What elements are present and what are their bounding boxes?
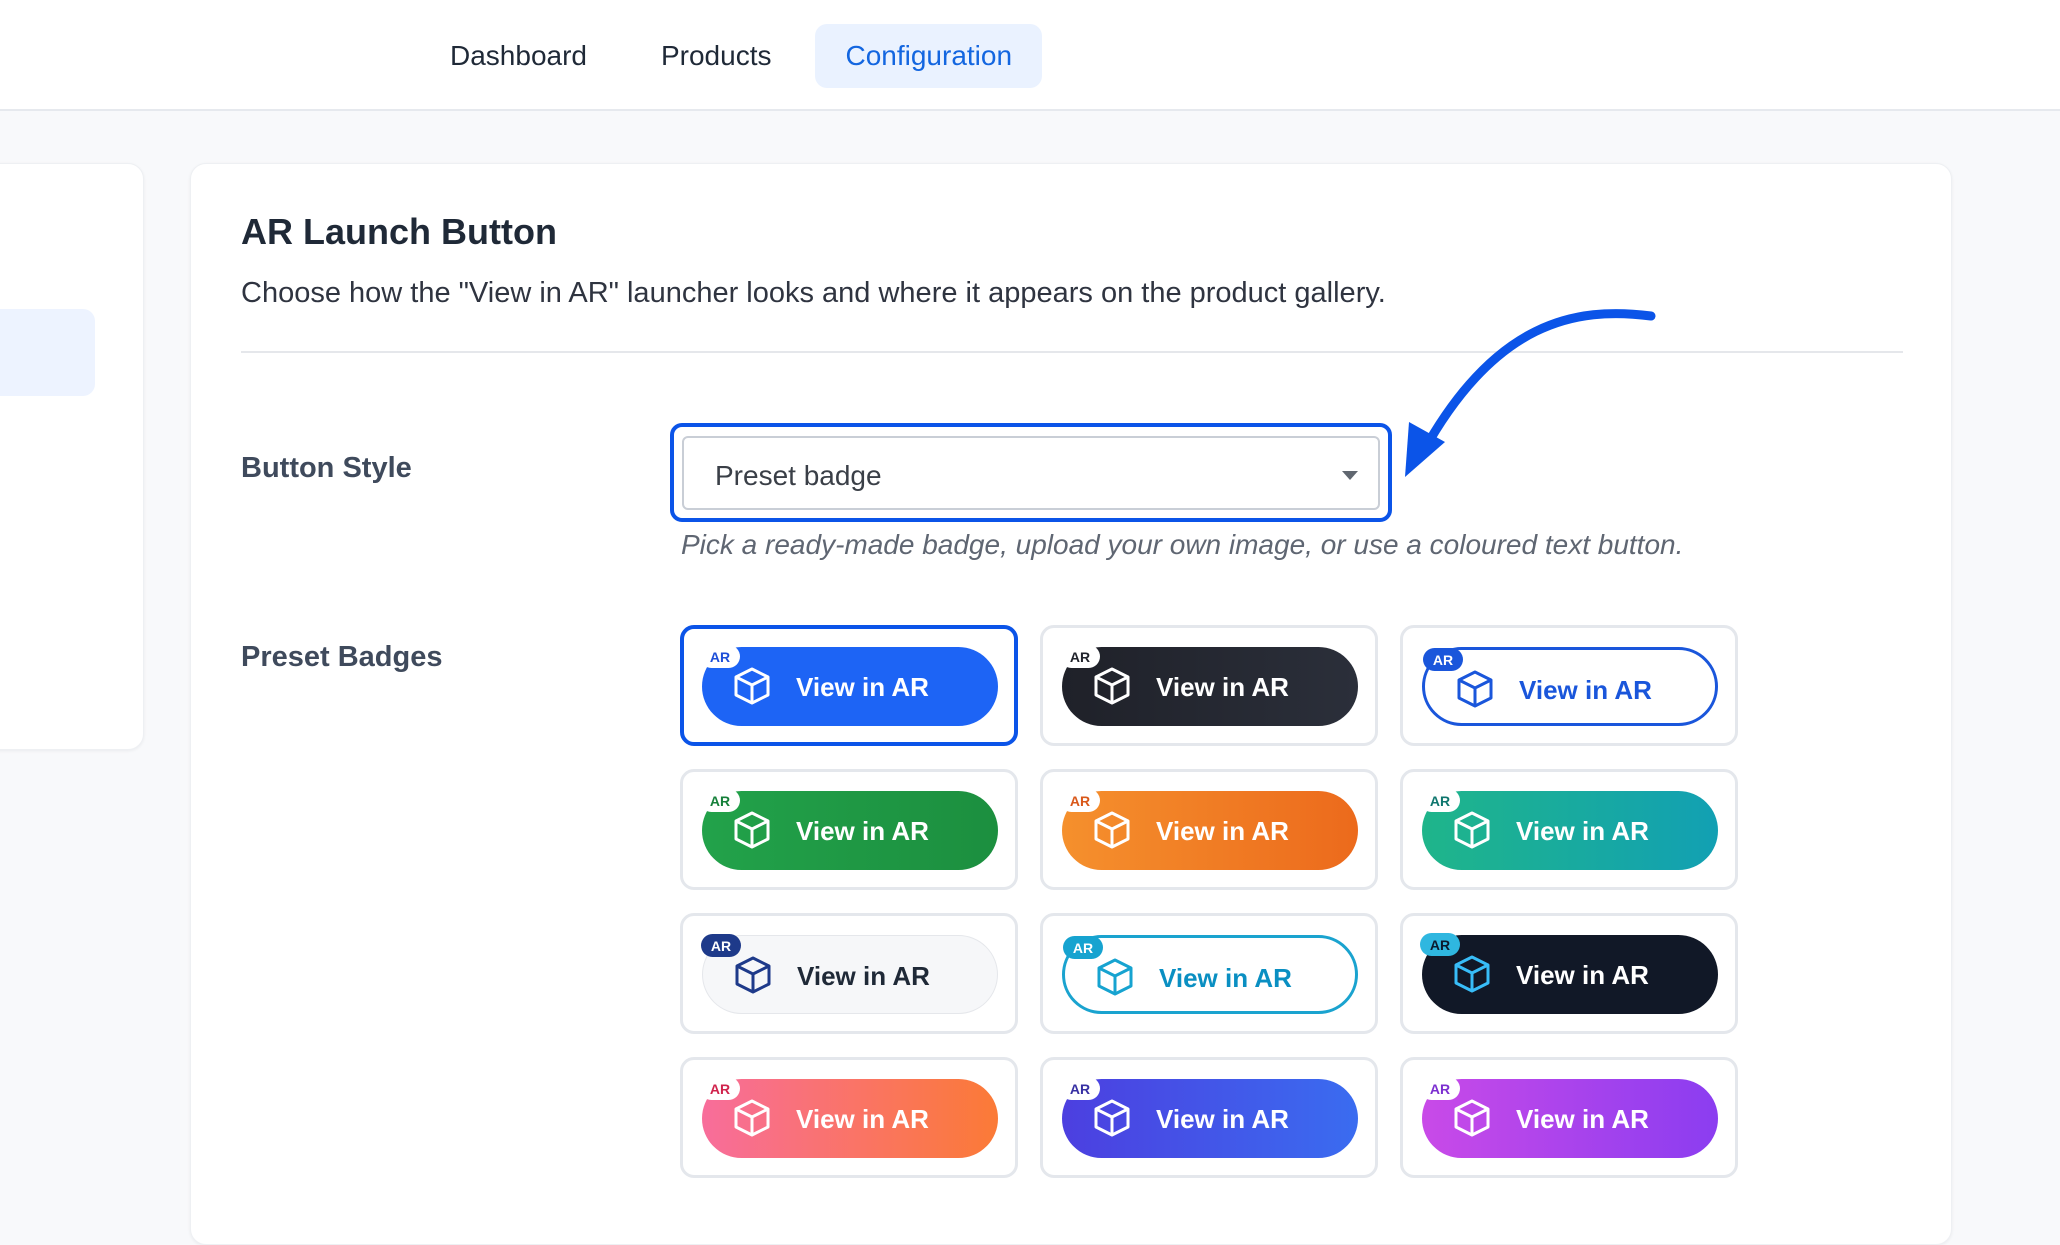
badge-label: View in AR — [797, 961, 930, 991]
badge-preview: AR View in AR — [700, 789, 998, 870]
top-bar: Dashboard Products Configuration — [0, 0, 2060, 111]
ar-tag: AR — [1060, 789, 1100, 812]
ar-tag: AR — [1420, 789, 1460, 812]
tab-configuration[interactable]: Configuration — [815, 24, 1043, 88]
badge-label: View in AR — [1516, 1104, 1649, 1134]
preset-badge-option[interactable]: AR View in AR — [1040, 913, 1378, 1034]
ar-tag: AR — [700, 789, 740, 812]
badge-preview: AR View in AR — [700, 645, 998, 726]
badge-preview: AR View in AR — [1060, 789, 1358, 870]
cube-icon — [1454, 1099, 1490, 1137]
badge-label: View in AR — [1516, 960, 1649, 990]
button-style-help: Pick a ready-made badge, upload your own… — [681, 529, 1684, 560]
chevron-down-icon — [1342, 471, 1358, 480]
ar-tag: AR — [1423, 648, 1463, 671]
badge-preview: AR View in AR — [1060, 1077, 1358, 1158]
preset-badge-option[interactable]: AR View in AR — [1040, 769, 1378, 890]
badge-preview: AR View in AR — [701, 934, 998, 1014]
preset-badge-grid: AR View in AR AR View in AR AR View in AR AR Vi… — [680, 625, 1738, 1178]
cube-icon — [734, 1099, 770, 1137]
preset-badge-option[interactable]: AR View in AR — [1400, 913, 1738, 1034]
badge-preview: AR View in AR — [1420, 789, 1718, 870]
badge-preview: AR View in AR — [700, 1077, 998, 1158]
section-description: Choose how the "View in AR" launcher loo… — [241, 277, 1386, 309]
badge-preview: AR View in AR — [1420, 933, 1718, 1014]
cube-icon — [1454, 955, 1490, 993]
badge-label: View in AR — [1516, 816, 1649, 846]
badge-label: View in AR — [796, 816, 929, 846]
badge-preview: AR View in AR — [1060, 645, 1358, 726]
ar-tag: AR — [701, 934, 741, 957]
cube-icon — [734, 667, 770, 705]
badge-label: View in AR — [1519, 675, 1652, 705]
preset-badges-label: Preset Badges — [241, 641, 443, 673]
preset-badge-option[interactable]: AR View in AR — [1400, 769, 1738, 890]
button-style-select-value: Preset badge — [715, 460, 882, 491]
cube-icon — [1097, 958, 1133, 996]
ar-tag: AR — [1420, 1077, 1460, 1100]
settings-card: AR Launch Button Choose how the "View in… — [190, 163, 1952, 1245]
preset-badge-option[interactable]: AR View in AR — [680, 769, 1018, 890]
badge-label: View in AR — [1156, 1104, 1289, 1134]
badge-preview: AR View in AR — [1422, 647, 1718, 726]
ar-tag: AR — [1060, 1077, 1100, 1100]
button-style-select-focus-ring: Preset badge — [670, 423, 1392, 522]
tab-dashboard[interactable]: Dashboard — [420, 24, 617, 88]
preset-badge-option[interactable]: AR View in AR — [1040, 625, 1378, 746]
button-style-select[interactable]: Preset badge — [682, 436, 1380, 510]
badge-preview: AR View in AR — [1420, 1077, 1718, 1158]
preset-badge-option[interactable]: AR View in AR — [680, 1057, 1018, 1178]
sidebar-item-active[interactable] — [0, 309, 95, 396]
preset-badge-option[interactable]: AR View in AR — [1400, 625, 1738, 746]
cube-icon — [1457, 670, 1493, 708]
cube-icon — [734, 811, 770, 849]
cube-icon — [1094, 1099, 1130, 1137]
button-style-label: Button Style — [241, 452, 412, 484]
tab-products[interactable]: Products — [631, 24, 802, 88]
preset-badge-option[interactable]: AR View in AR — [680, 913, 1018, 1034]
badge-label: View in AR — [1159, 963, 1292, 993]
cube-icon — [1454, 811, 1490, 849]
badge-label: View in AR — [1156, 672, 1289, 702]
badge-preview: AR View in AR — [1062, 935, 1358, 1014]
sidebar-card — [0, 163, 144, 750]
ar-tag: AR — [1063, 936, 1103, 959]
preset-badge-option[interactable]: AR View in AR — [680, 625, 1018, 746]
preset-badge-option[interactable]: AR View in AR — [1400, 1057, 1738, 1178]
cube-icon — [735, 956, 771, 994]
badge-label: View in AR — [796, 672, 929, 702]
ar-tag: AR — [700, 1077, 740, 1100]
preset-badge-option[interactable]: AR View in AR — [1040, 1057, 1378, 1178]
badge-label: View in AR — [1156, 816, 1289, 846]
cube-icon — [1094, 811, 1130, 849]
badge-label: View in AR — [796, 1104, 929, 1134]
ar-tag: AR — [1060, 645, 1100, 668]
ar-tag: AR — [700, 645, 740, 668]
cube-icon — [1094, 667, 1130, 705]
main-nav: Dashboard Products Configuration — [420, 24, 1043, 88]
ar-tag: AR — [1420, 933, 1460, 956]
section-title: AR Launch Button — [241, 211, 557, 252]
curved-arrow-icon — [1405, 309, 1656, 477]
